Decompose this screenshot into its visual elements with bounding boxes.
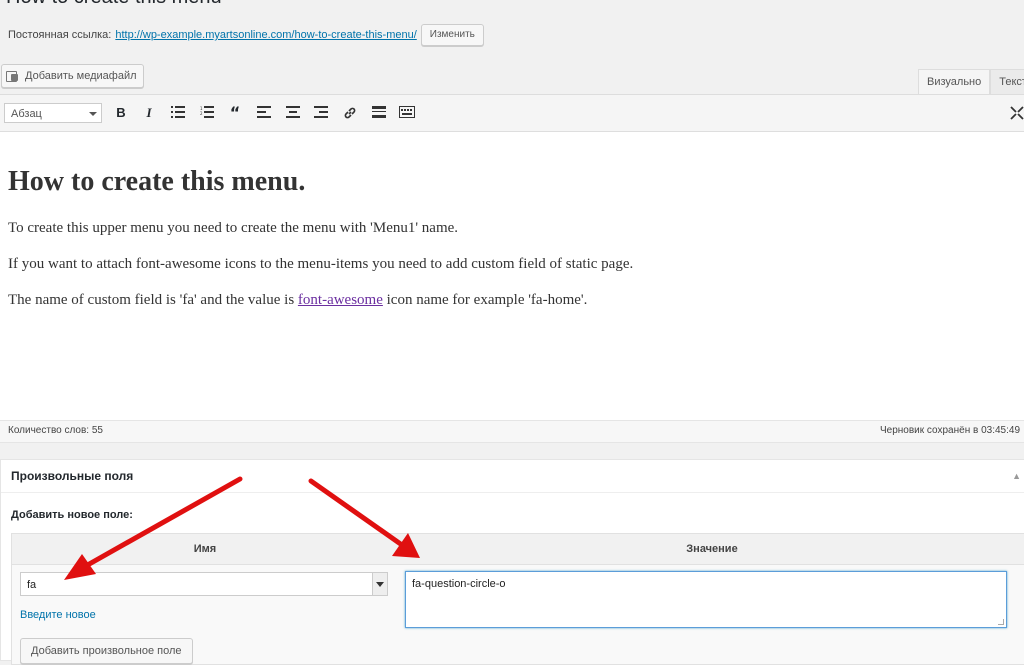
custom-fields-metabox: Произвольные поля ▲ Добавить новое поле:…	[0, 459, 1024, 665]
italic-icon[interactable]: I	[138, 104, 160, 122]
link-icon[interactable]	[339, 104, 361, 122]
enter-new-link[interactable]: Введите новое	[20, 609, 96, 621]
content-heading: How to create this menu.	[8, 166, 306, 197]
field-value-textarea[interactable]: fa-question-circle-o	[405, 571, 1007, 628]
custom-fields-header[interactable]: Произвольные поля ▲	[1, 460, 1024, 493]
permalink-bar: Постоянная ссылка: http://wp-example.mya…	[8, 24, 484, 46]
format-select[interactable]: Абзац	[4, 103, 102, 123]
dropdown-arrow-icon[interactable]	[372, 573, 387, 595]
column-name-header: Имя	[12, 534, 398, 565]
numbered-list-icon[interactable]: 12	[196, 104, 218, 122]
permalink-label: Постоянная ссылка:	[8, 29, 112, 41]
add-media-label: Добавить медиафайл	[25, 70, 137, 82]
align-left-icon[interactable]	[253, 104, 275, 122]
resize-handle-icon[interactable]	[998, 619, 1004, 625]
svg-text:2: 2	[200, 111, 203, 116]
align-center-icon[interactable]	[282, 104, 304, 122]
field-name-select[interactable]: fa	[20, 572, 388, 596]
fullscreen-icon[interactable]	[1006, 104, 1024, 122]
post-title[interactable]: How to create this menu	[6, 0, 222, 9]
editor-area: Абзац B I 12 “ How to create this menu. …	[0, 94, 1024, 441]
editor-statusbar: Количество слов: 55 Черновик сохранён в …	[0, 420, 1024, 443]
add-new-field-label: Добавить новое поле:	[11, 509, 133, 521]
bold-icon[interactable]: B	[110, 104, 132, 122]
word-count: Количество слов: 55	[8, 425, 103, 436]
draft-saved-status: Черновик сохранён в 03:45:49	[880, 425, 1021, 436]
column-value-header: Значение	[398, 534, 1024, 565]
custom-field-form: Имя Значение fa Введите новое fa-questio…	[11, 533, 1024, 665]
permalink-url[interactable]: http://wp-example.myartsonline.com/how-t…	[115, 29, 416, 41]
media-icon	[6, 70, 20, 82]
editor-content[interactable]: How to create this menu. To create this …	[0, 132, 1024, 309]
chevron-down-icon	[89, 112, 97, 116]
add-media-button[interactable]: Добавить медиафайл	[1, 64, 144, 88]
add-custom-field-button[interactable]: Добавить произвольное поле	[20, 638, 193, 664]
content-paragraph-3: The name of custom field is 'fa' and the…	[8, 292, 588, 308]
toolbar-toggle-icon[interactable]	[396, 104, 418, 122]
content-paragraph-2: If you want to attach font-awesome icons…	[8, 256, 634, 272]
collapse-toggle-icon[interactable]: ▲	[1012, 460, 1021, 492]
tab-text[interactable]: Текст	[990, 69, 1024, 95]
permalink-edit-button[interactable]: Изменить	[420, 24, 484, 46]
editor-tabs: Визуально Текст	[918, 69, 1024, 95]
content-paragraph-1: To create this upper menu you need to cr…	[8, 220, 459, 236]
blockquote-icon[interactable]: “	[224, 104, 246, 122]
bullet-list-icon[interactable]	[167, 104, 189, 122]
align-right-icon[interactable]	[310, 104, 332, 122]
tab-visual[interactable]: Визуально	[918, 69, 991, 95]
font-awesome-link[interactable]: font-awesome	[298, 292, 383, 308]
read-more-icon[interactable]	[368, 104, 390, 122]
editor-toolbar: Абзац B I 12 “	[0, 95, 1024, 132]
